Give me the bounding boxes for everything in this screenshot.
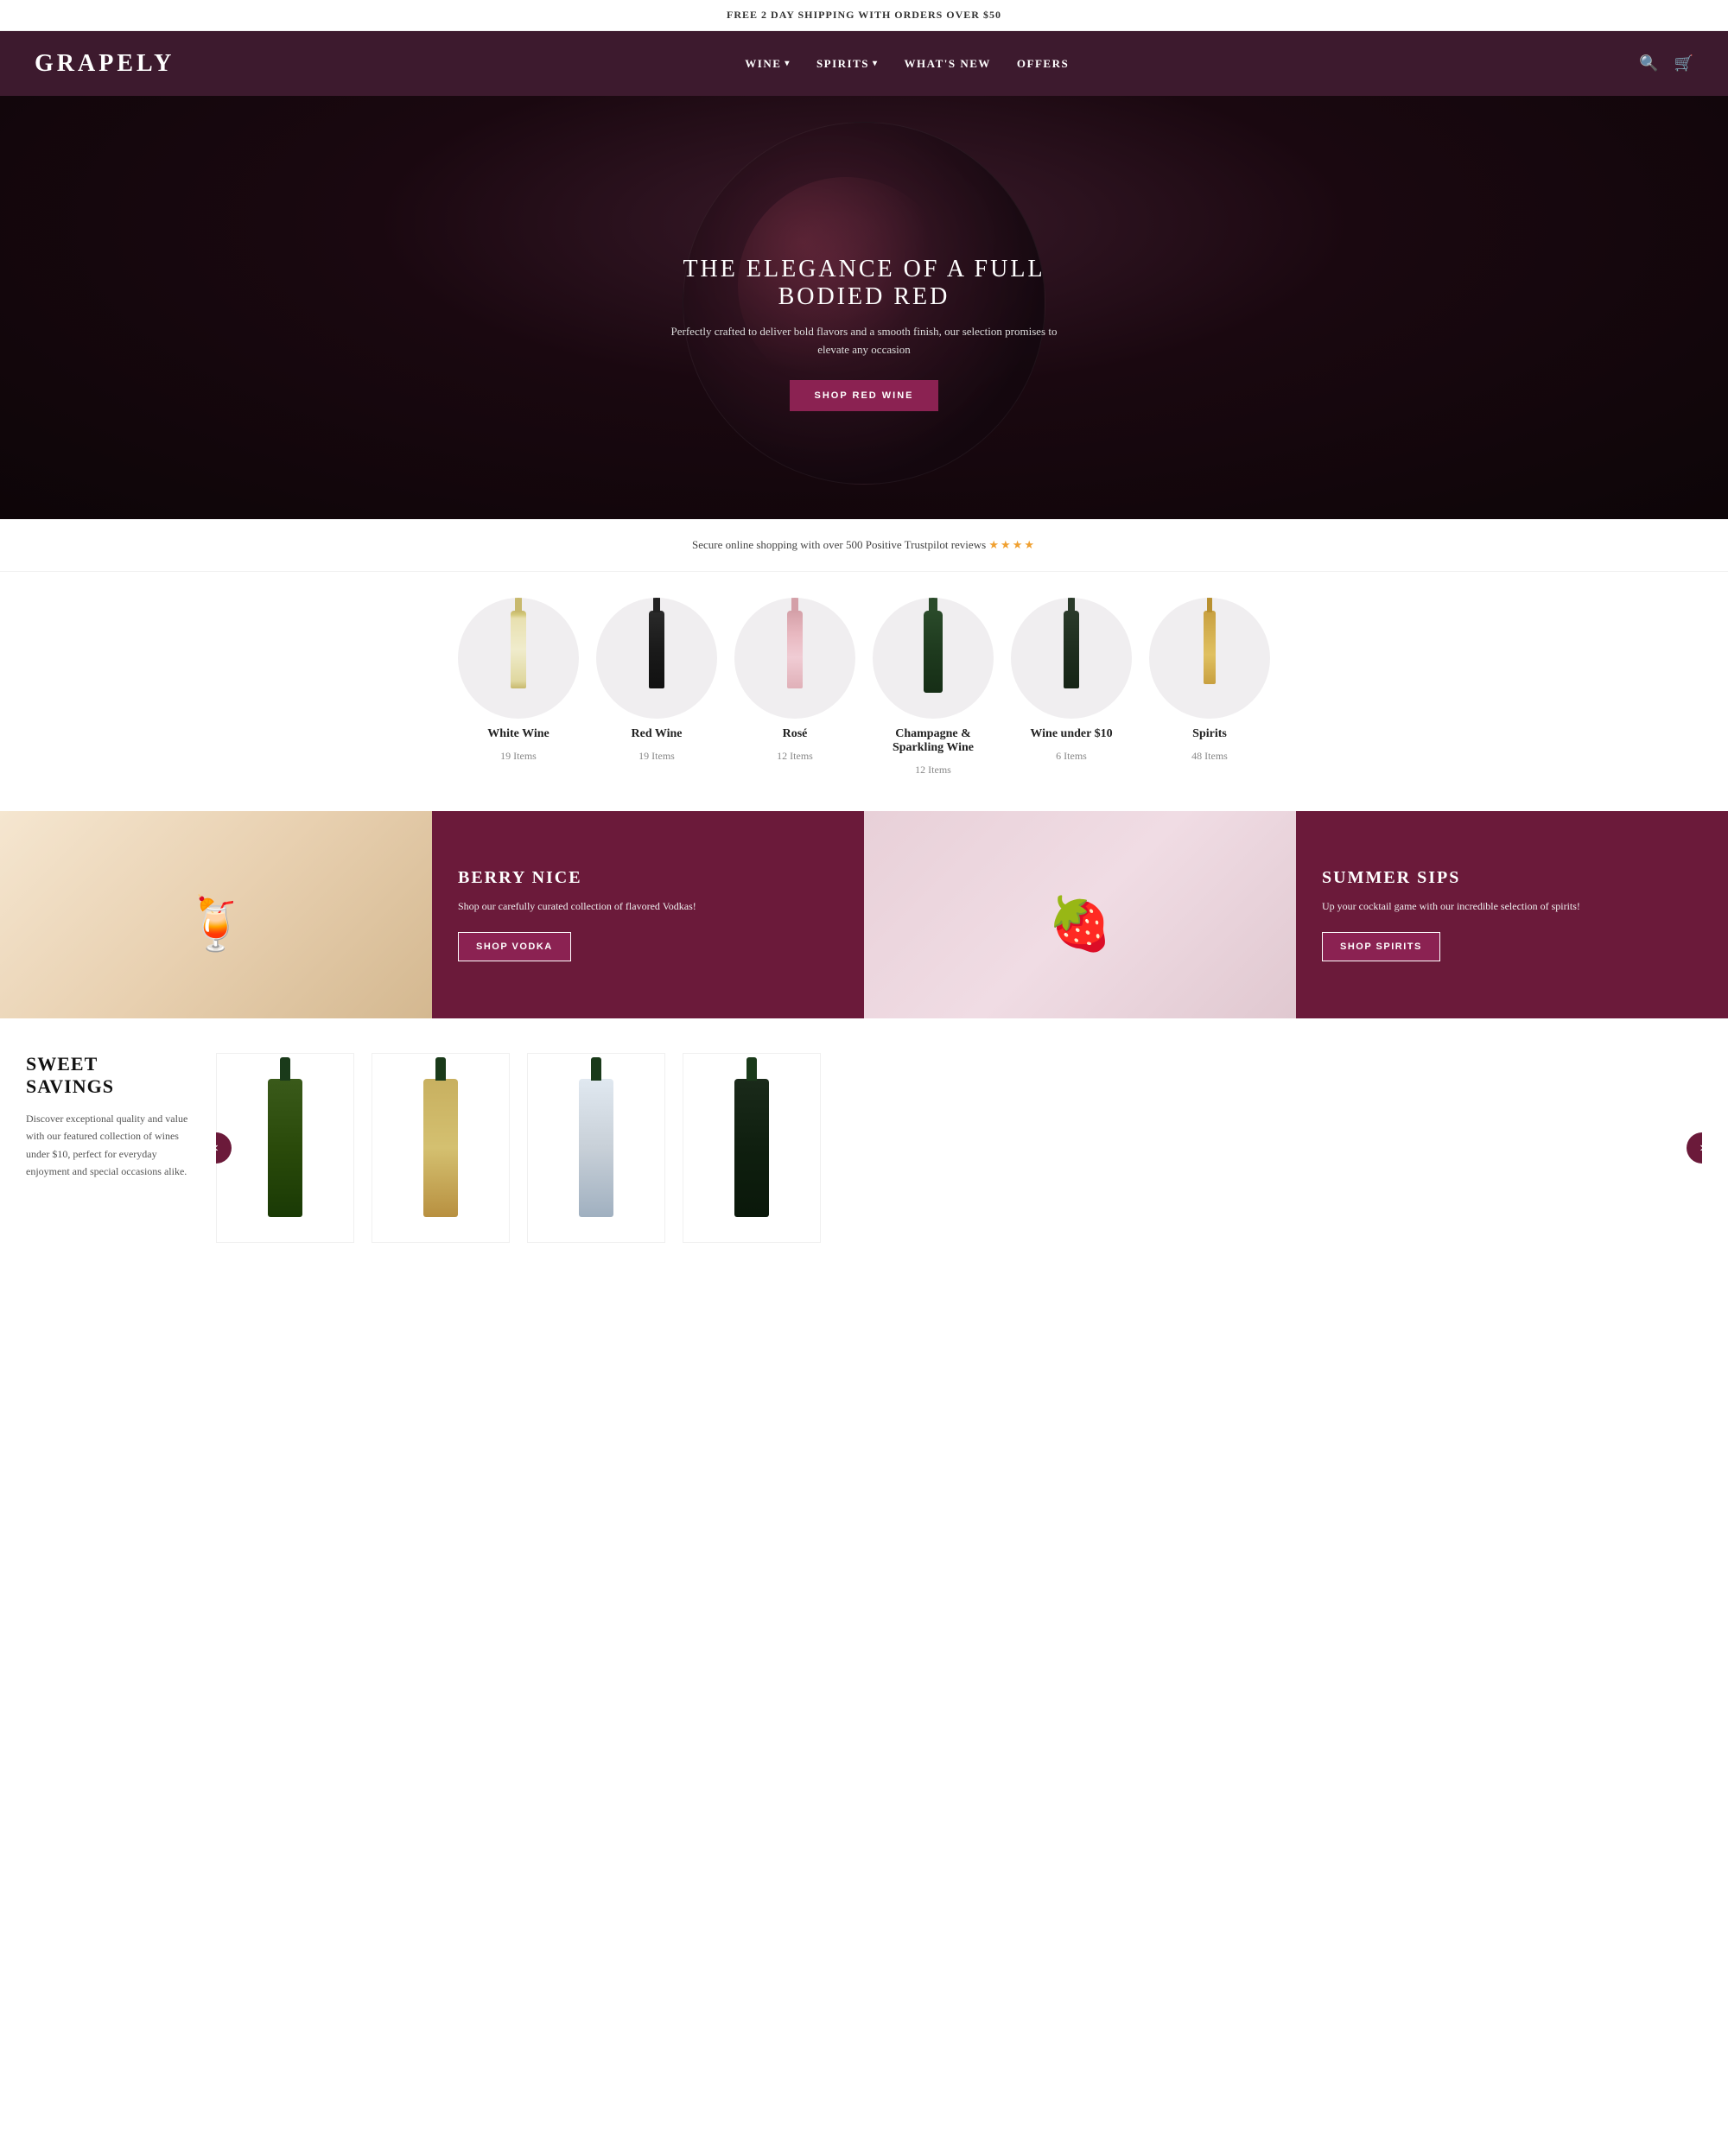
sweet-savings-content: SWEET SAVINGS Discover exceptional quali…	[26, 1053, 1702, 1243]
nav-spirits[interactable]: SPIRITS ▾	[816, 57, 879, 71]
bottle-rose	[773, 611, 816, 706]
category-under10[interactable]: Wine under $10 6 Items	[1011, 598, 1132, 777]
product-bottle-1	[268, 1079, 302, 1217]
category-name-white: White Wine	[487, 727, 549, 741]
shop-vodka-button[interactable]: SHOP VODKA	[458, 932, 571, 961]
shop-spirits-button[interactable]: SHOP SPIRITS	[1322, 932, 1440, 961]
category-circle-rose	[734, 598, 855, 719]
category-count-red: 19 Items	[638, 750, 675, 763]
cart-icon[interactable]: 🛒	[1674, 54, 1693, 73]
nav-wine-label: WINE	[745, 57, 781, 71]
category-circle-spirits	[1149, 598, 1270, 719]
category-spirits[interactable]: Spirits 48 Items	[1149, 598, 1270, 777]
sweet-savings-text: SWEET SAVINGS Discover exceptional quali…	[26, 1053, 216, 1181]
promo-summer-sips: 🍓 SUMMER SIPS Up your cocktail game with…	[864, 811, 1728, 1018]
sweet-savings-desc: Discover exceptional quality and value w…	[26, 1110, 190, 1181]
category-circle-champ	[873, 598, 994, 719]
header-icons: 🔍 🛒	[1639, 54, 1693, 73]
promo-summer-image: 🍓	[864, 811, 1296, 1018]
product-card-1[interactable]	[216, 1053, 354, 1243]
hero-title: THE ELEGANCE OF A FULL BODIED RED	[665, 256, 1063, 311]
category-count-champ: 12 Items	[915, 764, 951, 777]
site-header: GRAPELY WINE ▾ SPIRITS ▾ WHAT'S NEW OFFE…	[0, 31, 1728, 96]
promo-summer-text: SUMMER SIPS Up your cocktail game with o…	[1296, 811, 1728, 1018]
product-card-4[interactable]	[683, 1053, 821, 1243]
sweet-savings-section: SWEET SAVINGS Discover exceptional quali…	[0, 1018, 1728, 1260]
nav-spirits-label: SPIRITS	[816, 57, 869, 71]
category-circle-white	[458, 598, 579, 719]
promo-summer-desc: Up your cocktail game with our incredibl…	[1322, 898, 1702, 915]
bottle-white-wine	[497, 611, 540, 706]
product-bottle-4	[734, 1079, 769, 1217]
trust-stars: ★★★★	[988, 538, 1036, 551]
site-logo[interactable]: GRAPELY	[35, 50, 175, 78]
nav-offers-label: OFFERS	[1017, 57, 1069, 71]
promo-berry-image: 🍹	[0, 811, 432, 1018]
sweet-savings-title: SWEET SAVINGS	[26, 1053, 190, 1098]
nav-spirits-chevron: ▾	[873, 59, 879, 68]
category-red-wine[interactable]: Red Wine 19 Items	[596, 598, 717, 777]
nav-offers[interactable]: OFFERS	[1017, 57, 1069, 71]
bottle-red-wine	[635, 611, 678, 706]
cocktail-visual: 🍹	[184, 876, 249, 954]
nav-wine[interactable]: WINE ▾	[745, 57, 791, 71]
trust-bar: Secure online shopping with over 500 Pos…	[0, 519, 1728, 572]
category-count-white: 19 Items	[500, 750, 537, 763]
category-circle-red	[596, 598, 717, 719]
category-white-wine[interactable]: White Wine 19 Items	[458, 598, 579, 777]
main-nav: WINE ▾ SPIRITS ▾ WHAT'S NEW OFFERS	[745, 57, 1069, 71]
hero-content: THE ELEGANCE OF A FULL BODIED RED Perfec…	[648, 238, 1080, 428]
category-champagne[interactable]: Champagne & Sparkling Wine 12 Items	[873, 598, 994, 777]
top-banner: FREE 2 DAY SHIPPING WITH ORDERS OVER $50	[0, 0, 1728, 31]
category-count-rose: 12 Items	[777, 750, 813, 763]
nav-wine-chevron: ▾	[785, 59, 791, 68]
bottle-under10	[1050, 611, 1093, 706]
category-name-spirits: Spirits	[1192, 727, 1227, 741]
promo-berry-desc: Shop our carefully curated collection of…	[458, 898, 838, 915]
category-name-under10: Wine under $10	[1030, 727, 1112, 741]
category-name-champ: Champagne & Sparkling Wine	[873, 727, 994, 755]
nav-whats-new[interactable]: WHAT'S NEW	[905, 57, 991, 71]
hero-section: THE ELEGANCE OF A FULL BODIED RED Perfec…	[0, 96, 1728, 519]
promo-berry-nice: 🍹 BERRY NICE Shop our carefully curated …	[0, 811, 864, 1018]
product-card-2[interactable]	[372, 1053, 510, 1243]
product-bottle-3	[579, 1079, 613, 1217]
category-circle-under10	[1011, 598, 1132, 719]
promo-section: 🍹 BERRY NICE Shop our carefully curated …	[0, 811, 1728, 1018]
category-name-rose: Rosé	[783, 727, 808, 741]
nav-whats-new-label: WHAT'S NEW	[905, 57, 991, 71]
category-count-under10: 6 Items	[1056, 750, 1087, 763]
product-carousel	[216, 1053, 1702, 1243]
bottle-spirits	[1188, 611, 1231, 706]
carousel-container: ‹ ›	[216, 1053, 1702, 1243]
category-rose[interactable]: Rosé 12 Items	[734, 598, 855, 777]
promo-berry-text: BERRY NICE Shop our carefully curated co…	[432, 811, 864, 1018]
hero-cta-button[interactable]: SHOP RED WINE	[790, 380, 937, 411]
trust-text: Secure online shopping with over 500 Pos…	[692, 538, 986, 551]
top-banner-text: FREE 2 DAY SHIPPING WITH ORDERS OVER $50	[727, 9, 1001, 21]
category-count-spirits: 48 Items	[1191, 750, 1228, 763]
promo-berry-title: BERRY NICE	[458, 868, 838, 888]
categories-section: White Wine 19 Items Red Wine 19 Items Ro…	[0, 572, 1728, 794]
product-bottle-2	[423, 1079, 458, 1217]
hero-subtitle: Perfectly crafted to deliver bold flavor…	[665, 323, 1063, 359]
product-card-3[interactable]	[527, 1053, 665, 1243]
raspberry-visual: 🍓	[1048, 876, 1113, 954]
category-name-red: Red Wine	[632, 727, 683, 741]
promo-summer-title: SUMMER SIPS	[1322, 868, 1702, 888]
search-icon[interactable]: 🔍	[1639, 54, 1658, 73]
bottle-champagne	[912, 611, 955, 706]
